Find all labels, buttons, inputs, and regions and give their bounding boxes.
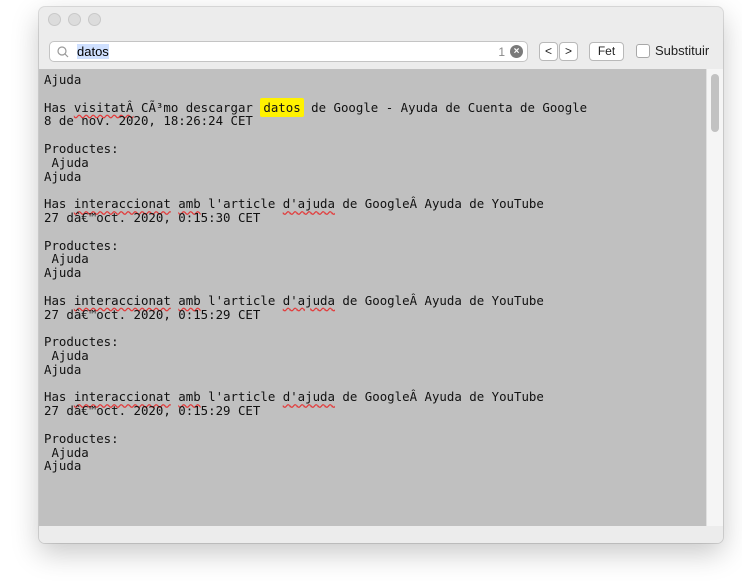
replace-label: Substituir xyxy=(655,43,710,58)
misspelled-word: amb xyxy=(178,389,201,405)
find-bar: datos 1 × < > Fet Substituir xyxy=(39,35,723,69)
text-line: Productes: xyxy=(44,334,119,350)
text-segment: Has xyxy=(44,196,74,212)
document-text: Ajuda Has visitatÂ CÃ³mo descargar datos … xyxy=(39,69,706,473)
window-footer xyxy=(39,526,723,543)
match-count: 1 xyxy=(498,45,505,59)
text-segment: de GoogleÂ Ayuda de YouTube xyxy=(334,196,544,212)
misspelled-word: interaccionat xyxy=(73,196,171,212)
text-line: Has interaccionat amb l'article d'ajuda … xyxy=(44,390,706,404)
close-window-button[interactable] xyxy=(48,13,61,26)
text-line: Ajuda xyxy=(44,265,82,281)
text-editor-window: datos 1 × < > Fet Substituir Ajuda Has vi… xyxy=(39,7,723,543)
text-segment: l'article xyxy=(200,196,283,212)
text-line: Productes: xyxy=(44,430,119,446)
document-text-area[interactable]: Ajuda Has visitatÂ CÃ³mo descargar datos … xyxy=(39,69,706,526)
find-match-highlight: datos xyxy=(260,97,304,117)
next-match-button[interactable]: > xyxy=(559,42,578,61)
misspelled-word: interaccionat xyxy=(73,389,171,405)
misspelled-word: visitatÂ xyxy=(73,99,134,115)
text-line: 27 dâ€™oct. 2020, 0:15:30 CET xyxy=(44,209,261,225)
misspelled-word: d'ajuda xyxy=(282,389,335,405)
replace-checkbox[interactable] xyxy=(636,44,650,58)
text-segment: l'article xyxy=(200,389,283,405)
text-line: Productes: xyxy=(44,140,119,156)
text-segment: de GoogleÂ Ayuda de YouTube xyxy=(334,292,544,308)
text-segment: l'article xyxy=(200,292,283,308)
search-icon xyxy=(56,44,72,60)
text-segment: Has xyxy=(44,389,74,405)
text-line: Ajuda xyxy=(44,251,89,267)
text-segment: de GoogleÂ Ayuda de YouTube xyxy=(334,389,544,405)
text-line: Ajuda xyxy=(44,361,82,377)
text-line: Ajuda xyxy=(44,444,89,460)
misspelled-word: interaccionat xyxy=(73,292,171,308)
misspelled-word: amb xyxy=(178,292,201,308)
misspelled-word: d'ajuda xyxy=(282,292,335,308)
text-line: 27 dâ€™oct. 2020, 0:15:29 CET xyxy=(44,403,261,419)
misspelled-word: d'ajuda xyxy=(282,196,335,212)
text-line: Ajuda xyxy=(44,72,82,87)
misspelled-word: amb xyxy=(178,196,201,212)
text-line: Has interaccionat amb l'article d'ajuda … xyxy=(44,197,706,211)
text-segment: de Google - Ayuda de Cuenta de Google xyxy=(303,99,588,115)
clear-search-icon[interactable]: × xyxy=(510,45,523,58)
text-segment: Has xyxy=(44,99,74,115)
minimize-window-button[interactable] xyxy=(68,13,81,26)
text-line: 8 de nov. 2020, 18:26:24 CET xyxy=(44,113,253,129)
text-line: Productes: xyxy=(44,237,119,253)
text-line: Has interaccionat amb l'article d'ajuda … xyxy=(44,292,706,308)
text-line: Has visitatÂ CÃ³mo descargar datos de Go… xyxy=(44,97,706,117)
text-line: Ajuda xyxy=(44,154,89,170)
text-line: Ajuda xyxy=(44,458,82,474)
zoom-window-button[interactable] xyxy=(88,13,101,26)
text-line: 27 dâ€™oct. 2020, 0:15:29 CET xyxy=(44,306,261,322)
vertical-scrollbar[interactable] xyxy=(706,69,723,526)
find-query[interactable]: datos xyxy=(77,44,109,60)
find-search-field[interactable]: datos 1 × xyxy=(49,41,528,62)
text-line: Ajuda xyxy=(44,347,89,363)
done-button[interactable]: Fet xyxy=(589,42,624,61)
text-segment: Has xyxy=(44,292,74,308)
title-bar xyxy=(39,7,723,35)
text-line: Ajuda xyxy=(44,168,82,184)
scrollbar-thumb[interactable] xyxy=(711,74,719,132)
text-segment: CÃ³mo descargar xyxy=(133,99,261,115)
previous-match-button[interactable]: < xyxy=(539,42,558,61)
